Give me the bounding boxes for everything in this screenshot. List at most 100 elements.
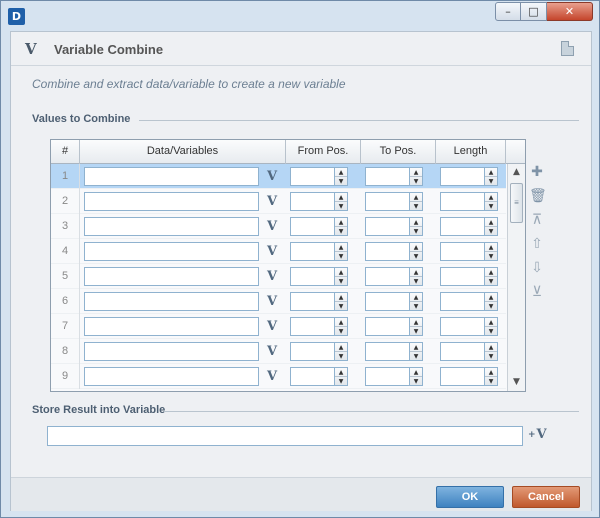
spinner-buttons[interactable]: ▲ ▼ bbox=[485, 217, 498, 236]
variable-picker-button[interactable]: V bbox=[262, 317, 282, 336]
table-row[interactable]: 4 V ▲ ▼ ▲ ▼ ▲ ▼ bbox=[51, 239, 506, 264]
add-icon[interactable]: ✚ bbox=[529, 164, 545, 180]
spin-up-icon[interactable]: ▲ bbox=[485, 168, 497, 177]
spin-up-icon[interactable]: ▲ bbox=[410, 343, 422, 352]
spin-up-icon[interactable]: ▲ bbox=[335, 293, 347, 302]
data-variable-input[interactable] bbox=[84, 167, 259, 186]
spinner-field[interactable] bbox=[440, 342, 485, 361]
spinner-buttons[interactable]: ▲ ▼ bbox=[335, 317, 348, 336]
spin-down-icon[interactable]: ▼ bbox=[335, 352, 347, 361]
variable-picker-button[interactable]: V bbox=[262, 217, 282, 236]
spin-up-icon[interactable]: ▲ bbox=[485, 368, 497, 377]
data-variable-input[interactable] bbox=[84, 292, 259, 311]
spinner-field[interactable] bbox=[290, 317, 335, 336]
spinner-field[interactable] bbox=[365, 217, 410, 236]
spinner-field[interactable] bbox=[290, 292, 335, 311]
spinner-buttons[interactable]: ▲ ▼ bbox=[485, 167, 498, 186]
table-row[interactable]: 2 V ▲ ▼ ▲ ▼ ▲ ▼ bbox=[51, 189, 506, 214]
spin-up-icon[interactable]: ▲ bbox=[410, 168, 422, 177]
data-variable-input[interactable] bbox=[84, 217, 259, 236]
data-variable-input[interactable] bbox=[84, 267, 259, 286]
spin-down-icon[interactable]: ▼ bbox=[485, 227, 497, 236]
variable-picker-button[interactable]: V bbox=[262, 192, 282, 211]
spinner-field[interactable] bbox=[365, 267, 410, 286]
spin-up-icon[interactable]: ▲ bbox=[410, 293, 422, 302]
delete-icon[interactable]: 🗑 bbox=[529, 188, 547, 204]
spin-up-icon[interactable]: ▲ bbox=[410, 318, 422, 327]
spin-down-icon[interactable]: ▼ bbox=[485, 252, 497, 261]
spin-down-icon[interactable]: ▼ bbox=[335, 377, 347, 386]
spin-up-icon[interactable]: ▲ bbox=[485, 268, 497, 277]
data-variable-input[interactable] bbox=[84, 342, 259, 361]
spin-down-icon[interactable]: ▼ bbox=[335, 302, 347, 311]
spinner-buttons[interactable]: ▲ ▼ bbox=[485, 242, 498, 261]
spinner-field[interactable] bbox=[440, 167, 485, 186]
minimize-button[interactable]: – bbox=[495, 2, 521, 21]
spin-down-icon[interactable]: ▼ bbox=[335, 252, 347, 261]
spinner-field[interactable] bbox=[365, 192, 410, 211]
scroll-down-icon[interactable]: ▼ bbox=[508, 374, 525, 391]
spin-down-icon[interactable]: ▼ bbox=[410, 202, 422, 211]
variable-picker-button[interactable]: V bbox=[262, 267, 282, 286]
spinner-buttons[interactable]: ▲ ▼ bbox=[410, 217, 423, 236]
spinner-field[interactable] bbox=[290, 242, 335, 261]
spin-up-icon[interactable]: ▲ bbox=[485, 293, 497, 302]
spin-down-icon[interactable]: ▼ bbox=[410, 177, 422, 186]
spinner-buttons[interactable]: ▲ ▼ bbox=[335, 292, 348, 311]
spin-up-icon[interactable]: ▲ bbox=[410, 193, 422, 202]
spinner-field[interactable] bbox=[440, 192, 485, 211]
spinner-field[interactable] bbox=[365, 317, 410, 336]
spinner-field[interactable] bbox=[440, 367, 485, 386]
spin-down-icon[interactable]: ▼ bbox=[335, 277, 347, 286]
spin-up-icon[interactable]: ▲ bbox=[335, 243, 347, 252]
spin-down-icon[interactable]: ▼ bbox=[485, 177, 497, 186]
move-up-icon[interactable]: ⇧ bbox=[529, 236, 545, 252]
spin-up-icon[interactable]: ▲ bbox=[335, 368, 347, 377]
scroll-up-icon[interactable]: ▲ bbox=[508, 164, 525, 181]
spinner-field[interactable] bbox=[290, 217, 335, 236]
spinner-buttons[interactable]: ▲ ▼ bbox=[485, 342, 498, 361]
spinner-buttons[interactable]: ▲ ▼ bbox=[485, 192, 498, 211]
spinner-buttons[interactable]: ▲ ▼ bbox=[335, 267, 348, 286]
spinner-field[interactable] bbox=[365, 292, 410, 311]
data-variable-input[interactable] bbox=[84, 367, 259, 386]
spin-up-icon[interactable]: ▲ bbox=[335, 318, 347, 327]
spin-down-icon[interactable]: ▼ bbox=[335, 227, 347, 236]
spinner-field[interactable] bbox=[365, 242, 410, 261]
spinner-buttons[interactable]: ▲ ▼ bbox=[410, 267, 423, 286]
spinner-field[interactable] bbox=[290, 342, 335, 361]
spin-down-icon[interactable]: ▼ bbox=[485, 352, 497, 361]
spin-down-icon[interactable]: ▼ bbox=[410, 277, 422, 286]
spinner-buttons[interactable]: ▲ ▼ bbox=[485, 267, 498, 286]
note-icon[interactable] bbox=[561, 41, 574, 56]
spinner-buttons[interactable]: ▲ ▼ bbox=[335, 167, 348, 186]
spin-down-icon[interactable]: ▼ bbox=[410, 352, 422, 361]
spinner-buttons[interactable]: ▲ ▼ bbox=[410, 342, 423, 361]
table-row[interactable]: 6 V ▲ ▼ ▲ ▼ ▲ ▼ bbox=[51, 289, 506, 314]
spin-up-icon[interactable]: ▲ bbox=[485, 193, 497, 202]
spin-down-icon[interactable]: ▼ bbox=[410, 302, 422, 311]
spin-up-icon[interactable]: ▲ bbox=[485, 218, 497, 227]
spin-up-icon[interactable]: ▲ bbox=[485, 343, 497, 352]
spinner-field[interactable] bbox=[290, 267, 335, 286]
spin-down-icon[interactable]: ▼ bbox=[335, 177, 347, 186]
spinner-buttons[interactable]: ▲ ▼ bbox=[335, 217, 348, 236]
spinner-field[interactable] bbox=[440, 317, 485, 336]
data-variable-input[interactable] bbox=[84, 317, 259, 336]
spin-up-icon[interactable]: ▲ bbox=[410, 243, 422, 252]
spinner-buttons[interactable]: ▲ ▼ bbox=[410, 317, 423, 336]
spin-down-icon[interactable]: ▼ bbox=[410, 377, 422, 386]
cancel-button[interactable]: Cancel bbox=[512, 486, 580, 508]
spin-down-icon[interactable]: ▼ bbox=[410, 327, 422, 336]
maximize-button[interactable]: □ bbox=[521, 2, 547, 21]
spinner-buttons[interactable]: ▲ ▼ bbox=[410, 192, 423, 211]
spin-down-icon[interactable]: ▼ bbox=[485, 327, 497, 336]
spinner-buttons[interactable]: ▲ ▼ bbox=[335, 242, 348, 261]
spin-down-icon[interactable]: ▼ bbox=[485, 277, 497, 286]
table-row[interactable]: 1 V ▲ ▼ ▲ ▼ ▲ ▼ bbox=[51, 164, 506, 189]
table-row[interactable]: 5 V ▲ ▼ ▲ ▼ ▲ ▼ bbox=[51, 264, 506, 289]
spin-up-icon[interactable]: ▲ bbox=[485, 243, 497, 252]
variable-picker-button[interactable]: V bbox=[262, 242, 282, 261]
spinner-field[interactable] bbox=[440, 267, 485, 286]
spin-down-icon[interactable]: ▼ bbox=[485, 202, 497, 211]
